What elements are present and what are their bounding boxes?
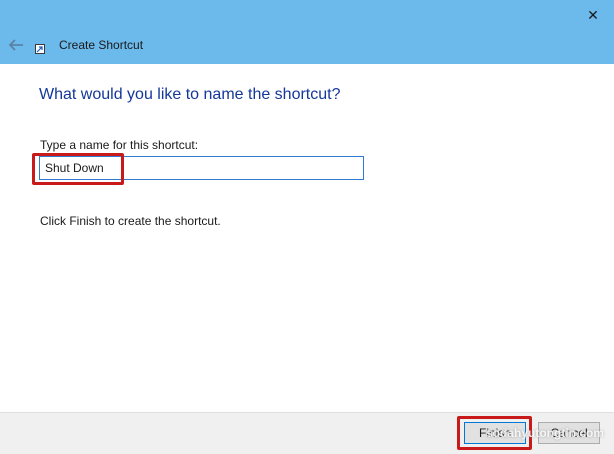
- create-shortcut-window: ✕ Create Shortcut What would you like to…: [0, 0, 614, 454]
- close-icon: ✕: [587, 7, 599, 23]
- window-title: Create Shortcut: [59, 38, 144, 52]
- close-button[interactable]: ✕: [582, 4, 604, 26]
- back-arrow-icon: [8, 39, 23, 51]
- finish-instruction: Click Finish to create the shortcut.: [40, 214, 221, 228]
- shortcut-icon: [35, 41, 45, 54]
- title-bar: ✕ Create Shortcut: [0, 0, 614, 64]
- shortcut-name-label: Type a name for this shortcut:: [40, 138, 199, 152]
- finish-button[interactable]: Finish: [464, 422, 526, 444]
- back-button[interactable]: [6, 36, 26, 54]
- shortcut-name-input[interactable]: [39, 156, 364, 180]
- page-heading: What would you like to name the shortcut…: [39, 86, 341, 103]
- cancel-button[interactable]: Cancel: [538, 422, 600, 444]
